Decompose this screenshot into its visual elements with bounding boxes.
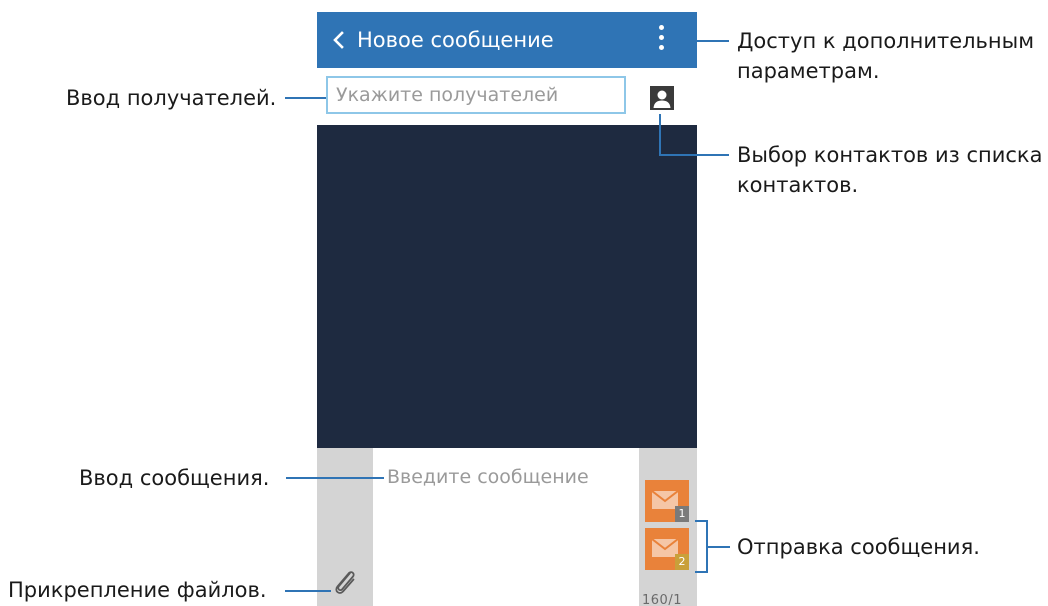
callout-pick-contacts: Выбор контактов из списка контактов. (737, 140, 1042, 200)
action-bar: Новое сообщение (317, 12, 697, 68)
callout-text: контактов. (737, 173, 859, 197)
callout-send: Отправка сообщения. (737, 535, 980, 559)
send-sim1-button[interactable]: 1 (645, 480, 689, 522)
sim-badge: 2 (675, 554, 689, 570)
attach-area (317, 448, 373, 606)
sim-badge: 1 (675, 506, 689, 522)
message-input[interactable] (387, 460, 627, 494)
callout-attach: Прикрепление файлов. (8, 578, 267, 602)
callout-line (706, 546, 730, 548)
message-area (373, 448, 639, 606)
send-area: 1 2 160/1 (639, 448, 697, 606)
callout-more-options: Доступ к дополнительным параметрам. (737, 26, 1034, 86)
recipient-input[interactable] (326, 76, 626, 114)
callout-line (285, 590, 331, 592)
callout-line (286, 477, 384, 479)
contact-card-icon[interactable] (650, 86, 674, 110)
callout-text: параметрам. (737, 59, 880, 83)
send-sim2-button[interactable]: 2 (645, 528, 689, 570)
callout-recipients: Ввод получателей. (66, 86, 277, 110)
callout-line (677, 40, 729, 42)
character-counter: 160/1 (642, 593, 682, 606)
callout-line (659, 114, 661, 156)
recipient-bar (317, 68, 697, 125)
compose-bar: 1 2 160/1 (317, 448, 697, 606)
callout-line (285, 97, 326, 99)
chevron-left-icon[interactable] (329, 30, 349, 50)
paperclip-icon[interactable] (329, 566, 361, 598)
callout-text: Выбор контактов из списка (737, 143, 1043, 167)
phone-screen: Новое сообщение Укажите получателей Введ… (317, 12, 697, 606)
more-vertical-icon[interactable] (656, 25, 666, 57)
callout-text: Доступ к дополнительным (737, 29, 1035, 53)
callout-line (659, 154, 729, 156)
app-title: Новое сообщение (357, 28, 554, 52)
callout-message: Ввод сообщения. (79, 466, 270, 490)
